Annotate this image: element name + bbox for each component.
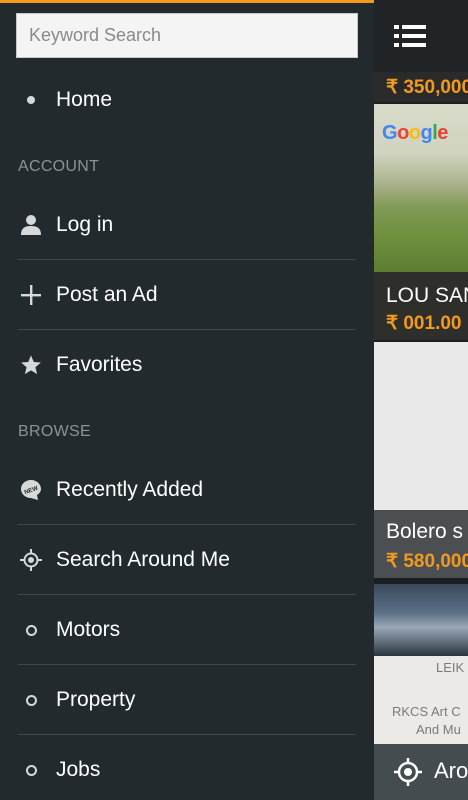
menu-item-label: Motors: [56, 618, 121, 641]
navigation-drawer: Home ACCOUNT Log in Post an Ad Favorites: [0, 0, 374, 800]
menu-item-recently-added[interactable]: NEW Recently Added: [0, 455, 374, 525]
menu-item-label: Favorites: [56, 353, 143, 376]
menu-item-label: Home: [56, 88, 113, 111]
menu-item-label: Recently Added: [56, 478, 204, 501]
map-preview: LEIK RKCS Art C And Mu: [374, 656, 468, 744]
around-me-label: Aro: [434, 758, 468, 783]
listing-title: Bolero s: [386, 520, 464, 543]
menu-item-property[interactable]: Property: [0, 665, 374, 735]
listing-photo: [374, 584, 468, 656]
menu-item-label: Post an Ad: [56, 283, 158, 306]
menu-item-favorites[interactable]: Favorites: [0, 330, 374, 400]
menu-item-label: Jobs: [56, 758, 101, 781]
dot-icon: [19, 88, 43, 112]
menu-item-label: Property: [56, 688, 136, 711]
section-header-browse: BROWSE: [18, 423, 91, 440]
menu-item-home[interactable]: Home: [0, 65, 374, 135]
circle-icon: [19, 758, 43, 782]
app-toolbar: [374, 0, 468, 72]
star-icon: [19, 353, 43, 377]
circle-icon: [19, 618, 43, 642]
menu-item-label: Search Around Me: [56, 548, 230, 571]
list-menu-icon[interactable]: [394, 24, 426, 48]
google-logo: Google: [382, 122, 448, 144]
menu-item-motors[interactable]: Motors: [0, 595, 374, 665]
menu-item-search-around-me[interactable]: Search Around Me: [0, 525, 374, 595]
listing-price: ₹ 580,000: [386, 551, 468, 572]
listing-title: LOU SAN: [386, 284, 468, 307]
listing-price: ₹ 001.00: [386, 313, 462, 334]
search-input[interactable]: [16, 13, 358, 58]
listing-card-top[interactable]: ₹ 350,000: [374, 72, 468, 102]
menu-item-login[interactable]: Log in: [0, 190, 374, 260]
plus-icon: [19, 283, 43, 307]
listing-card[interactable]: LEIK RKCS Art C And Mu: [374, 584, 468, 744]
search-box: [16, 13, 358, 58]
listing-card[interactable]: Bolero s ₹ 580,000: [374, 342, 468, 578]
location-target-icon: [394, 758, 422, 786]
location-target-icon: [19, 548, 43, 572]
menu-item-label: Log in: [56, 213, 114, 236]
menu-item-jobs[interactable]: Jobs: [0, 735, 374, 800]
background-listing: ₹ 350,000 LOU SAN ₹ 001.00 Bolero s ₹ 58…: [374, 0, 468, 800]
user-icon: [19, 213, 43, 237]
section-header-account: ACCOUNT: [18, 158, 100, 175]
menu-item-post-ad[interactable]: Post an Ad: [0, 260, 374, 330]
circle-icon: [19, 688, 43, 712]
around-me-bar[interactable]: Aro: [374, 744, 468, 800]
listing-price: ₹ 350,000: [386, 77, 468, 98]
new-badge-icon: NEW: [19, 478, 43, 502]
